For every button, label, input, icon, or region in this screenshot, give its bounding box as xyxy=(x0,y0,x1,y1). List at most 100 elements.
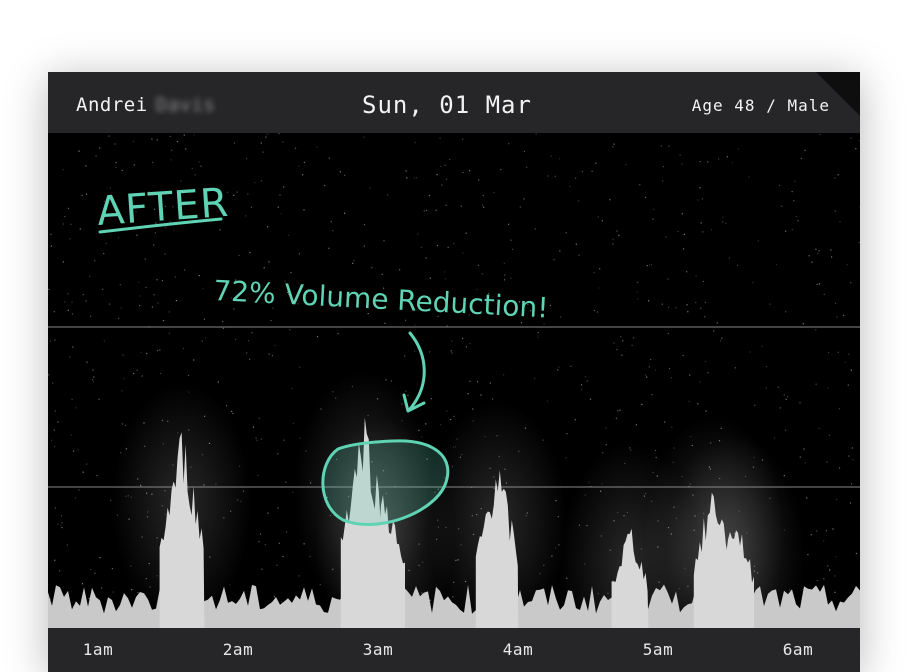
noise-speck xyxy=(617,410,619,412)
noise-speck xyxy=(121,169,123,172)
noise-speck xyxy=(537,331,539,334)
noise-speck xyxy=(70,434,72,436)
noise-speck xyxy=(462,138,464,140)
noise-speck xyxy=(260,142,262,144)
noise-speck xyxy=(547,175,549,177)
noise-speck xyxy=(245,158,248,160)
noise-speck xyxy=(586,380,588,382)
noise-speck xyxy=(609,199,611,201)
noise-speck xyxy=(157,302,159,304)
noise-speck xyxy=(783,394,785,396)
noise-speck xyxy=(827,387,829,389)
noise-speck xyxy=(769,303,771,305)
noise-speck xyxy=(183,269,186,271)
noise-speck xyxy=(791,228,793,231)
noise-speck xyxy=(233,308,235,310)
noise-speck xyxy=(722,216,724,218)
noise-speck xyxy=(363,136,365,138)
noise-speck xyxy=(566,433,568,435)
noise-speck xyxy=(469,380,471,382)
noise-speck xyxy=(622,340,624,342)
noise-speck xyxy=(797,220,799,222)
noise-speck xyxy=(123,377,125,380)
noise-speck xyxy=(704,360,707,363)
noise-speck xyxy=(193,134,195,136)
noise-speck xyxy=(425,209,428,212)
patient-surname-redacted: Davis xyxy=(155,94,216,116)
noise-speck xyxy=(353,260,355,262)
noise-speck xyxy=(849,502,852,504)
noise-speck xyxy=(667,278,669,280)
tick-3am: 3am xyxy=(362,640,394,659)
noise-speck xyxy=(256,439,258,441)
noise-speck xyxy=(328,247,330,249)
noise-speck xyxy=(53,429,55,431)
noise-speck xyxy=(62,169,64,171)
noise-speck xyxy=(69,356,71,358)
noise-speck xyxy=(670,377,672,379)
noise-speck xyxy=(799,402,801,404)
noise-speck xyxy=(631,344,633,346)
noise-speck xyxy=(283,186,285,188)
noise-speck xyxy=(737,264,739,266)
noise-speck xyxy=(205,337,207,339)
noise-speck xyxy=(283,439,285,441)
noise-speck xyxy=(816,283,818,286)
noise-speck xyxy=(765,366,768,368)
noise-speck xyxy=(593,309,595,312)
noise-speck xyxy=(589,398,592,400)
tick-2am: 2am xyxy=(222,640,254,659)
noise-speck xyxy=(580,389,582,391)
noise-speck xyxy=(54,410,56,412)
noise-speck xyxy=(519,206,521,208)
noise-speck xyxy=(92,381,95,383)
noise-speck xyxy=(440,165,442,168)
noise-speck xyxy=(81,583,84,585)
noise-speck xyxy=(226,405,228,407)
noise-speck xyxy=(285,531,288,533)
page-fold-corner xyxy=(816,72,860,116)
noise-speck xyxy=(650,358,652,360)
noise-speck xyxy=(834,177,836,179)
noise-speck xyxy=(159,349,161,351)
noise-speck xyxy=(202,288,204,290)
noise-speck xyxy=(62,261,64,263)
noise-speck xyxy=(139,295,141,297)
noise-speck xyxy=(82,294,84,296)
noise-speck xyxy=(462,171,464,173)
noise-speck xyxy=(808,255,810,257)
report-header: Andrei Davis Sun, 01 Mar Age 48 / Male xyxy=(48,72,860,133)
noise-speck xyxy=(232,413,234,415)
noise-speck xyxy=(324,184,326,187)
noise-speck xyxy=(277,507,279,509)
noise-speck xyxy=(850,282,852,284)
noise-speck xyxy=(569,186,571,188)
noise-speck xyxy=(601,220,603,222)
noise-speck xyxy=(85,300,87,302)
noise-speck xyxy=(77,449,79,451)
noise-speck xyxy=(721,337,723,339)
patient-age-sex: Age 48 / Male xyxy=(691,96,830,115)
noise-speck xyxy=(765,387,767,389)
noise-speck xyxy=(290,272,292,274)
noise-speck xyxy=(811,261,813,263)
noise-speck xyxy=(662,166,664,168)
noise-speck xyxy=(482,194,484,197)
noise-speck xyxy=(133,164,135,166)
noise-speck xyxy=(339,171,341,173)
noise-speck xyxy=(559,250,561,252)
noise-speck xyxy=(817,252,819,255)
noise-speck xyxy=(259,533,262,535)
noise-speck xyxy=(405,390,407,392)
noise-speck xyxy=(141,375,143,377)
noise-speck xyxy=(512,248,514,250)
time-axis: 1am 2am 3am 4am 5am 6am xyxy=(48,628,860,672)
noise-speck xyxy=(187,374,190,377)
noise-speck xyxy=(637,298,639,300)
noise-speck xyxy=(558,158,561,160)
noise-speck xyxy=(121,423,123,425)
noise-speck xyxy=(168,311,170,313)
noise-speck xyxy=(701,198,704,200)
noise-speck xyxy=(117,317,120,319)
noise-speck xyxy=(619,409,621,411)
